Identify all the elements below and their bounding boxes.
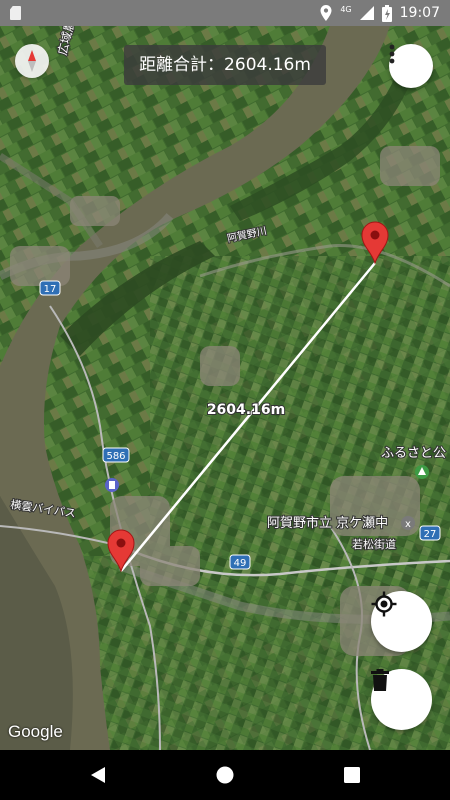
school-label: 阿賀野市立 京ケ瀬中 bbox=[267, 515, 388, 531]
school-poi-icon: x bbox=[401, 516, 415, 530]
back-icon[interactable] bbox=[89, 766, 107, 784]
compass-button[interactable] bbox=[15, 44, 49, 78]
compass-icon bbox=[28, 50, 36, 72]
svg-text:27: 27 bbox=[424, 529, 437, 540]
network-type: 4G bbox=[340, 4, 352, 14]
furusato-label: ふるさと公 bbox=[381, 446, 446, 461]
delete-button[interactable] bbox=[371, 669, 432, 730]
svg-text:17: 17 bbox=[44, 284, 57, 295]
svg-text:x: x bbox=[405, 519, 411, 530]
gas-station-poi-icon bbox=[105, 478, 119, 492]
status-icons: 4G 19:07 bbox=[320, 4, 440, 22]
trash-icon bbox=[371, 669, 389, 691]
google-attribution: Google bbox=[8, 722, 63, 741]
navigation-bar bbox=[0, 750, 450, 800]
park-poi-icon bbox=[415, 465, 429, 479]
svg-text:586: 586 bbox=[106, 451, 125, 462]
route-586-shield: 586 bbox=[102, 447, 130, 463]
more-vert-icon bbox=[389, 44, 395, 64]
home-icon[interactable] bbox=[215, 765, 235, 785]
signal-icon bbox=[359, 6, 374, 20]
my-location-icon bbox=[371, 591, 397, 617]
distance-total-display: 距離合計：2604.16m bbox=[124, 45, 326, 85]
svg-text:49: 49 bbox=[234, 558, 247, 569]
clock: 19:07 bbox=[399, 5, 440, 21]
battery-icon bbox=[381, 4, 392, 22]
location-icon bbox=[320, 5, 332, 21]
recents-icon[interactable] bbox=[344, 767, 360, 783]
line-distance-label: 2604.16m bbox=[207, 402, 285, 418]
route-17-shield: 17 bbox=[39, 280, 61, 296]
my-location-button[interactable] bbox=[371, 591, 432, 652]
route-27-shield: 27 bbox=[419, 525, 441, 541]
menu-button[interactable] bbox=[389, 44, 433, 88]
sd-card-icon bbox=[10, 6, 21, 20]
status-bar: 4G 19:07 bbox=[0, 0, 450, 26]
wakamatsu-label: 若松街道 bbox=[352, 537, 396, 551]
map-view[interactable]: 2604.16m 広域農道 阿賀野川 17 586 49 27 横雲バイパス 阿… bbox=[0, 26, 450, 750]
route-49-shield: 49 bbox=[229, 554, 251, 570]
